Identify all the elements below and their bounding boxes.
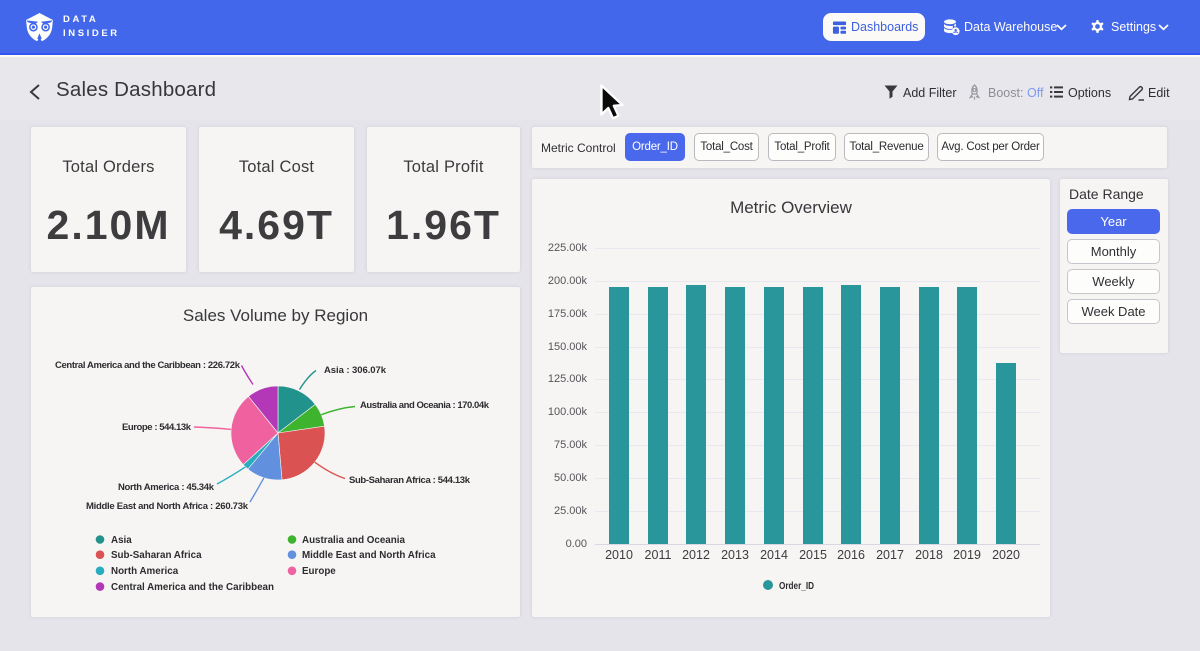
svg-text:Order_ID: Order_ID <box>779 580 814 592</box>
svg-text:Europe: Europe <box>302 566 336 577</box>
svg-text:Asia : 306.07k: Asia : 306.07k <box>324 365 387 376</box>
svg-text:Asia: Asia <box>111 535 132 546</box>
svg-text:Australia and Oceania : 170.04: Australia and Oceania : 170.04k <box>360 400 490 411</box>
svg-text:Sub-Saharan Africa: Sub-Saharan Africa <box>111 550 202 561</box>
svg-text:Europe : 544.13k: Europe : 544.13k <box>122 422 192 433</box>
svg-text:North America : 45.34k: North America : 45.34k <box>118 482 215 493</box>
svg-text:North America: North America <box>111 566 179 577</box>
svg-text:Australia and Oceania: Australia and Oceania <box>302 535 405 546</box>
svg-text:Middle East and North Africa :: Middle East and North Africa : 260.73k <box>86 501 249 512</box>
svg-text:Sub-Saharan Africa : 544.13k: Sub-Saharan Africa : 544.13k <box>349 475 471 486</box>
svg-text:Middle East and North Africa: Middle East and North Africa <box>302 550 436 561</box>
svg-text:Central America and the Caribb: Central America and the Caribbean : 226.… <box>55 360 241 371</box>
svg-text:Central America and the Caribb: Central America and the Caribbean <box>111 582 274 593</box>
